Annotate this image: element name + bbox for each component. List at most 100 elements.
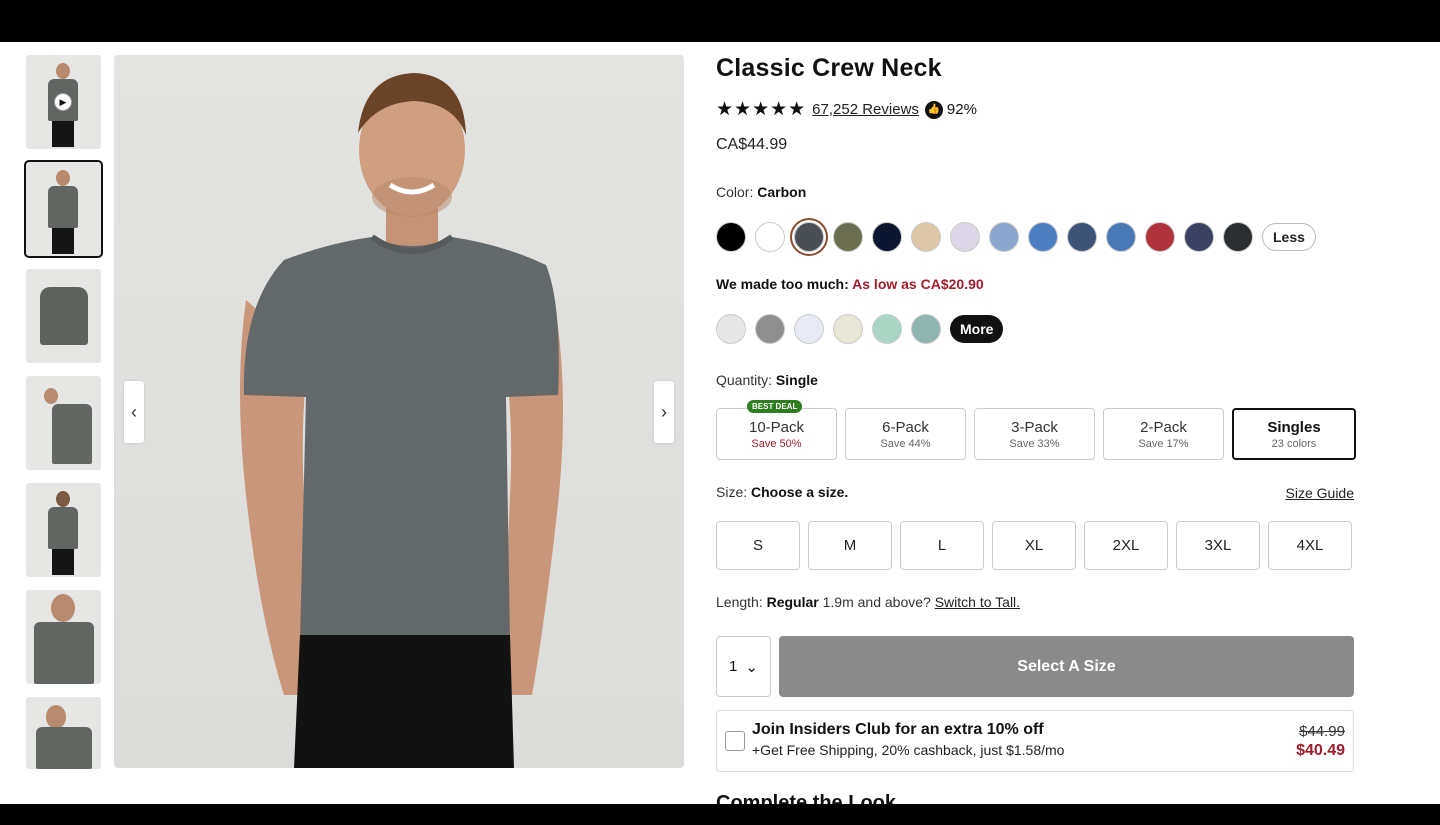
color-swatch[interactable] [716, 314, 746, 344]
color-swatch[interactable] [1028, 222, 1058, 252]
promo-price: As low as CA$20.90 [852, 276, 984, 292]
thumbnail-tag[interactable] [26, 376, 101, 470]
length-label: Length: [716, 594, 763, 610]
size-options: S M L XL 2XL 3XL 4XL [716, 521, 1352, 570]
reviews-link[interactable]: 67,252 Reviews [812, 101, 919, 118]
pack-option-6[interactable]: 6-Pack Save 44% [845, 408, 966, 460]
size-button-xl[interactable]: XL [992, 521, 1076, 570]
color-swatch[interactable] [872, 314, 902, 344]
switch-to-tall-link[interactable]: Switch to Tall. [935, 594, 1020, 610]
more-colors-button[interactable]: More [950, 315, 1004, 343]
pack-option-3[interactable]: 3-Pack Save 33% [974, 408, 1095, 460]
main-product-image: ‹ › [114, 55, 684, 768]
thumb-model-head [56, 170, 70, 186]
thumb-model-shirt [48, 186, 78, 228]
thumbnail-back[interactable] [26, 483, 101, 577]
promo-prefix: We made too much: [716, 276, 849, 292]
pack-name: 2-Pack [1140, 418, 1187, 436]
color-swatch[interactable] [833, 222, 863, 252]
thumb-model-head [56, 63, 70, 79]
color-swatch[interactable] [1223, 222, 1253, 252]
pack-savings: Save 33% [1009, 437, 1060, 450]
thumb-model-head [51, 594, 75, 622]
insiders-checkbox[interactable] [725, 731, 745, 751]
thumbnail-front[interactable] [24, 160, 103, 258]
pack-option-2[interactable]: 2-Pack Save 17% [1103, 408, 1224, 460]
less-colors-button[interactable]: Less [1262, 223, 1316, 251]
color-swatch[interactable] [989, 222, 1019, 252]
size-label: Size: Choose a size. [716, 484, 848, 500]
pack-options: BEST DEAL 10-Pack Save 50% 6-Pack Save 4… [716, 400, 1364, 460]
size-button-l[interactable]: L [900, 521, 984, 570]
quantity-select[interactable]: 1 ⌄ [716, 636, 771, 697]
thumb-model-head [44, 388, 58, 404]
color-label-text: Color: [716, 184, 754, 200]
thumb-model-shirt [36, 727, 92, 769]
sale-color-swatches: More [716, 314, 1004, 344]
pack-savings: Save 44% [880, 437, 931, 450]
color-swatch[interactable] [1106, 222, 1136, 252]
color-swatches: Less [716, 222, 1316, 252]
select-size-button[interactable]: Select A Size [779, 636, 1354, 697]
rating-row: ★★★★★ 67,252 Reviews 👍 92% [716, 98, 977, 121]
color-swatch[interactable] [950, 222, 980, 252]
product-price: CA$44.99 [716, 136, 788, 153]
thumb-model-shirt [52, 404, 92, 464]
size-button-3xl[interactable]: 3XL [1176, 521, 1260, 570]
color-swatch[interactable] [833, 314, 863, 344]
thumbnail-neck[interactable] [26, 697, 101, 769]
color-swatch[interactable] [1145, 222, 1175, 252]
pack-option-10[interactable]: BEST DEAL 10-Pack Save 50% [716, 400, 837, 460]
thumb-flat-shirt [40, 287, 88, 345]
thumbs-up-icon: 👍 [924, 100, 943, 119]
length-question: 1.9m and above? [822, 594, 931, 610]
pack-option-singles[interactable]: Singles 23 colors [1232, 408, 1356, 460]
thumbnail-flat[interactable] [26, 269, 101, 363]
insiders-subtitle: +Get Free Shipping, 20% cashback, just $… [752, 742, 1065, 758]
size-button-m[interactable]: M [808, 521, 892, 570]
length-value: Regular [766, 594, 819, 610]
play-icon[interactable]: ▶ [54, 93, 72, 111]
length-row: Length: Regular 1.9m and above? Switch t… [716, 594, 1020, 610]
size-button-s[interactable]: S [716, 521, 800, 570]
thumb-model-shirt [48, 507, 78, 549]
color-label: Color: Carbon [716, 184, 806, 200]
thumb-model-head [46, 705, 66, 729]
thumb-model-pants [52, 549, 74, 575]
pack-savings: Save 50% [751, 437, 802, 450]
color-swatch[interactable] [755, 222, 785, 252]
quantity-label-text: Quantity: [716, 372, 773, 388]
size-guide-link[interactable]: Size Guide [1286, 485, 1354, 501]
best-deal-badge: BEST DEAL [747, 400, 803, 413]
thumb-model-shirt [34, 622, 94, 684]
size-button-2xl[interactable]: 2XL [1084, 521, 1168, 570]
quantity-label: Quantity: Single [716, 372, 818, 388]
color-swatch[interactable] [755, 314, 785, 344]
pack-colors: 23 colors [1271, 437, 1317, 450]
color-swatch[interactable] [1067, 222, 1097, 252]
color-swatch[interactable] [716, 222, 746, 252]
insiders-club-offer: Join Insiders Club for an extra 10% off … [716, 710, 1354, 772]
color-swatch[interactable] [1184, 222, 1214, 252]
insiders-title: Join Insiders Club for an extra 10% off [752, 721, 1044, 738]
thumbnail-video[interactable]: ▶ [26, 55, 101, 149]
pack-name: Singles [1267, 418, 1321, 436]
color-swatch[interactable] [911, 222, 941, 252]
thumb-model-head [56, 491, 70, 507]
complete-the-look-heading: Complete the Look [716, 792, 897, 804]
color-swatch[interactable] [794, 314, 824, 344]
thumbnail-closeup[interactable] [26, 590, 101, 684]
recommend-percent: 92% [946, 101, 977, 118]
rating-stars: ★★★★★ [716, 99, 807, 120]
product-page: ▶ ‹ › Classic Crew Neck ★★★★★ 67,252 Rev… [0, 42, 1440, 804]
size-button-4xl[interactable]: 4XL [1268, 521, 1352, 570]
color-swatch[interactable] [794, 222, 824, 252]
model-illustration [240, 73, 563, 768]
color-swatch[interactable] [911, 314, 941, 344]
thumb-model-pants [52, 121, 74, 147]
promo-text: We made too much: As low as CA$20.90 [716, 276, 984, 292]
next-image-button[interactable]: › [654, 381, 674, 443]
prev-image-button[interactable]: ‹ [124, 381, 144, 443]
color-swatch[interactable] [872, 222, 902, 252]
selected-color: Carbon [757, 184, 807, 200]
